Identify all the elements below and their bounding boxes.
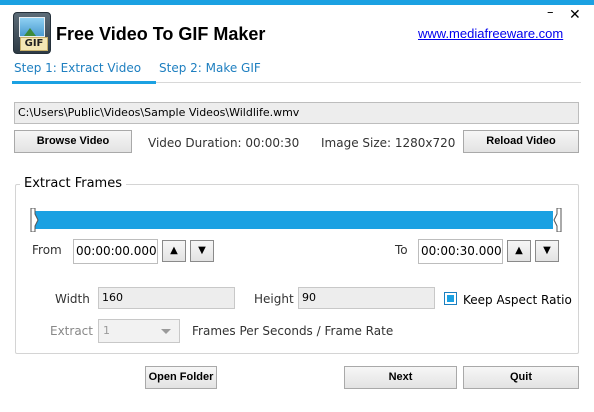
height-field: 90 bbox=[298, 287, 435, 309]
width-label: Width bbox=[55, 292, 90, 306]
active-tab-indicator bbox=[12, 81, 156, 84]
height-label: Height bbox=[254, 292, 294, 306]
extract-label: Extract bbox=[50, 324, 93, 338]
video-duration-text: Video Duration: 00:00:30 bbox=[148, 136, 300, 150]
extract-frames-title: Extract Frames bbox=[20, 176, 126, 191]
to-up-arrow-icon[interactable]: ▲ bbox=[507, 240, 531, 262]
website-link[interactable]: www.mediafreeware.com bbox=[418, 26, 563, 41]
to-down-arrow-icon[interactable]: ▼ bbox=[535, 240, 559, 262]
video-path-field[interactable]: C:\Users\Public\Videos\Sample Videos\Wil… bbox=[14, 102, 579, 124]
title-accent-bar bbox=[0, 0, 594, 5]
from-down-arrow-icon[interactable]: ▼ bbox=[190, 240, 214, 262]
range-slider-track[interactable] bbox=[34, 211, 553, 229]
open-folder-button[interactable]: Open Folder bbox=[145, 366, 217, 389]
from-up-arrow-icon[interactable]: ▲ bbox=[162, 240, 186, 262]
quit-button[interactable]: Quit bbox=[463, 366, 579, 389]
tab-extract-video[interactable]: Step 1: Extract Video bbox=[14, 61, 141, 75]
fps-label: Frames Per Seconds / Frame Rate bbox=[192, 324, 394, 338]
from-time-input[interactable]: 00:00:00.000 bbox=[73, 239, 158, 264]
range-start-handle[interactable] bbox=[30, 208, 39, 232]
next-button[interactable]: Next bbox=[344, 366, 457, 389]
width-field: 160 bbox=[98, 287, 235, 309]
chevron-down-icon bbox=[161, 329, 171, 334]
tab-divider bbox=[156, 82, 581, 83]
tab-make-gif[interactable]: Step 2: Make GIF bbox=[159, 61, 261, 75]
app-logo: GIF bbox=[13, 12, 51, 54]
image-size-text: Image Size: 1280x720 bbox=[321, 136, 456, 150]
reload-video-button[interactable]: Reload Video bbox=[463, 130, 579, 153]
app-title: Free Video To GIF Maker bbox=[56, 24, 266, 44]
extract-rate-value: 1 bbox=[103, 324, 110, 337]
photo-icon bbox=[19, 17, 45, 37]
to-label: To bbox=[395, 243, 408, 257]
from-label: From bbox=[32, 243, 62, 257]
to-time-input[interactable]: 00:00:30.000 bbox=[418, 239, 503, 264]
browse-video-button[interactable]: Browse Video bbox=[14, 130, 132, 153]
keep-aspect-label[interactable]: Keep Aspect Ratio bbox=[463, 293, 572, 307]
keep-aspect-checkbox[interactable] bbox=[444, 292, 457, 305]
range-end-handle[interactable] bbox=[553, 208, 562, 232]
close-button[interactable]: ✕ bbox=[569, 8, 581, 22]
extract-rate-select: 1 bbox=[98, 319, 180, 343]
gif-logo-label: GIF bbox=[20, 37, 48, 51]
minimize-button[interactable]: – bbox=[547, 6, 554, 20]
